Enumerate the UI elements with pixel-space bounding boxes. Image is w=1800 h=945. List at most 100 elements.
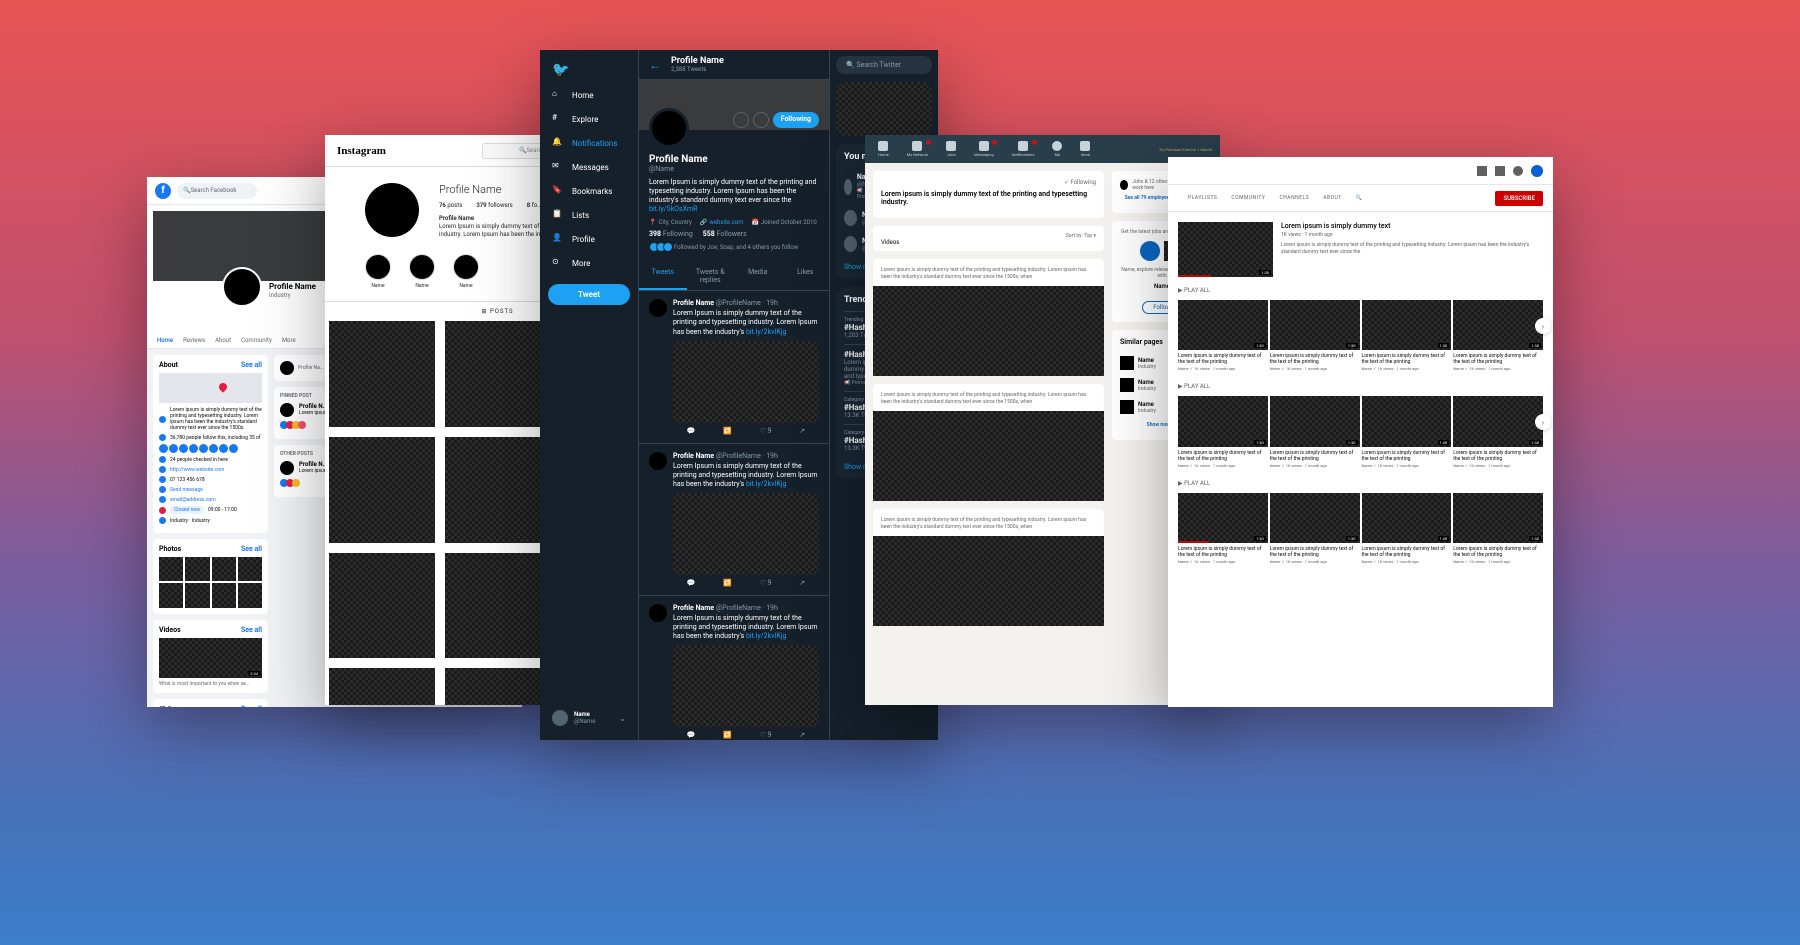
tweet-item[interactable]: Profile Name @ProfileName · 19h Lorem Ip… (639, 444, 829, 596)
tw-profile-handle: @Name (649, 165, 819, 173)
fb-email-link[interactable]: email@address.com (170, 497, 216, 503)
following-count[interactable]: 398 Following (649, 230, 693, 238)
tab-media[interactable]: Media (734, 262, 782, 290)
fb-profile-avatar[interactable] (222, 267, 262, 307)
nav-notifications[interactable]: 🔔Notifications (544, 132, 634, 154)
yt-upload-icon[interactable] (1495, 166, 1505, 176)
reply-icon[interactable]: 💬 (687, 427, 696, 435)
tweet-image[interactable] (673, 341, 819, 423)
followers-count[interactable]: 558 Followers (703, 230, 747, 238)
tweet-avatar[interactable] (649, 299, 667, 317)
map-pin-icon (217, 381, 228, 392)
play-all-button[interactable]: ▶ PLAY ALL (1178, 287, 1210, 294)
tweet-button[interactable]: Tweet (548, 284, 630, 305)
nav-profile[interactable]: 👤Profile (544, 228, 634, 250)
tw-side-image[interactable] (836, 82, 932, 136)
home-icon: ⌂ (552, 89, 564, 101)
li-nav-home[interactable]: Home (873, 141, 894, 157)
ig-story-highlight[interactable]: Name (365, 254, 391, 289)
tweet-item[interactable]: Profile Name @ProfileName · 19h Lorem Ip… (639, 291, 829, 443)
retweet-icon[interactable]: 🔁 (723, 427, 732, 435)
chevron-down-icon: ⌄ (619, 714, 626, 723)
tab-likes[interactable]: Likes (782, 262, 830, 290)
yt-featured-video[interactable]: 1:30 Lorem ipsum is simply dummy text 1K… (1178, 222, 1543, 277)
nav-explore[interactable]: #Explore (544, 108, 634, 130)
share-icon[interactable]: ↗ (799, 427, 805, 435)
tw-following-button[interactable]: Following (773, 112, 819, 128)
tw-followed-by[interactable]: Followed by Joe, Soap, and 4 others you … (649, 242, 819, 252)
tab-replies[interactable]: Tweets & replies (687, 262, 735, 290)
tweet-item[interactable]: Profile Name @ProfileName · 19h Lorem Ip… (639, 596, 829, 740)
tab-tweets[interactable]: Tweets (639, 262, 687, 290)
li-post[interactable]: Lorem ipsum is simply dummy text of the … (873, 259, 1104, 376)
nav-messages[interactable]: ✉Messages (544, 156, 634, 178)
search-icon[interactable]: 🔍 (1356, 189, 1363, 207)
fb-tab-reviews[interactable]: Reviews (183, 337, 205, 344)
user-avatar-icon (552, 710, 568, 726)
li-post-image[interactable] (873, 286, 1104, 376)
fb-videos-card: VideosSee all 2:34 What is most importan… (153, 620, 268, 693)
li-nav-messaging[interactable]: Messaging (969, 141, 999, 157)
fb-message-link[interactable]: Send message (170, 487, 203, 493)
yt-tab-about[interactable]: ABOUT (1323, 189, 1342, 207)
yt-avatar-icon[interactable] (1531, 165, 1543, 177)
website-link[interactable]: 🔗 website.com (700, 219, 744, 226)
bookmark-icon: 🔖 (552, 185, 564, 197)
tw-search-input[interactable]: 🔍 Search Twitter (836, 56, 932, 74)
ig-post-thumb[interactable] (329, 321, 435, 427)
fb-map[interactable] (159, 373, 262, 403)
like-icon[interactable]: ♡ 9 (760, 427, 772, 435)
fb-transparency-card: ⓘ Page transparencySee all Facebook is s… (153, 699, 268, 708)
li-post[interactable]: Lorem ipsum is simply dummy text of the … (873, 509, 1104, 626)
fb-search-input[interactable]: 🔍 Search Facebook (177, 183, 257, 199)
li-following-button[interactable]: ✓ Following (881, 179, 1096, 186)
fb-website-link[interactable]: http://www.website.com (170, 467, 224, 473)
nav-home[interactable]: ⌂Home (544, 84, 634, 106)
yt-apps-icon[interactable] (1477, 166, 1487, 176)
ig-profile-avatar[interactable] (365, 183, 419, 237)
more-icon: ⊙ (552, 257, 564, 269)
li-premium-link[interactable]: Try Premium Free for 1 Month (1159, 147, 1212, 152)
nav-lists[interactable]: 📋Lists (544, 204, 634, 226)
instagram-logo[interactable]: Instagram (337, 145, 386, 157)
nav-more[interactable]: ⊙More (544, 252, 634, 274)
tw-sidebar-nav: 🐦 ⌂Home #Explore 🔔Notifications ✉Message… (540, 50, 638, 740)
yt-tab-channels[interactable]: CHANNELS (1279, 189, 1309, 207)
li-sort-dropdown[interactable]: Sort by: Top ▾ (1066, 229, 1096, 243)
tw-more-button[interactable] (733, 112, 749, 128)
back-arrow-icon[interactable]: ← (649, 58, 661, 72)
twitter-logo-icon[interactable]: 🐦 (544, 58, 634, 82)
tw-main-column: ← Profile Name2,388 Tweets Following Pro… (638, 50, 830, 740)
li-nav-jobs[interactable]: Jobs (941, 141, 961, 157)
facebook-logo-icon[interactable]: f (155, 183, 171, 199)
yt-tab-community[interactable]: COMMUNITY (1231, 189, 1265, 207)
li-nav-notifications[interactable]: Notifications (1007, 141, 1040, 157)
yt-notifications-icon[interactable] (1513, 166, 1523, 176)
fb-video-thumb[interactable]: 2:34 (159, 638, 262, 678)
tw-profile-avatar[interactable] (649, 108, 689, 148)
li-nav-work[interactable]: Work (1075, 141, 1095, 157)
fb-tab-more[interactable]: More (282, 337, 296, 344)
li-nav-me[interactable]: Me (1047, 141, 1067, 157)
fb-profile-name: Profile Name (269, 282, 316, 291)
fb-see-all-link[interactable]: See all (241, 361, 262, 369)
tw-user-menu[interactable]: Name@Name ⌄ (544, 704, 634, 732)
fb-photo-thumb[interactable] (159, 557, 183, 581)
tw-profile-tabs: Tweets Tweets & replies Media Likes (639, 262, 829, 291)
fb-tab-community[interactable]: Community (241, 337, 272, 344)
fb-tab-home[interactable]: Home (157, 337, 173, 344)
yt-video-thumb[interactable]: 1:30Lorem ipsum is simply dummy text of … (1178, 300, 1268, 371)
tweet-link[interactable]: bit.ly/2kvIKjg (746, 328, 786, 336)
nav-bookmarks[interactable]: 🔖Bookmarks (544, 180, 634, 202)
li-post[interactable]: Lorem ipsum is simply dummy text of the … (873, 384, 1104, 501)
scroll-right-icon[interactable]: › (1535, 318, 1551, 334)
subscribe-button[interactable]: SUBSCRIBE (1495, 191, 1543, 206)
bell-icon: 🔔 (552, 137, 564, 149)
yt-tab-playlists[interactable]: PLAYLISTS (1188, 189, 1217, 207)
linkedin-mockup: Home My Network Jobs Messaging Notificat… (865, 135, 1220, 705)
li-nav-network[interactable]: My Network (902, 141, 933, 157)
tw-notify-button[interactable] (753, 112, 769, 128)
fb-tab-about[interactable]: About (215, 337, 231, 344)
fb-photos-card: PhotosSee all (153, 539, 268, 614)
tw-bio-link[interactable]: bit.ly/5kOsXmR (649, 205, 697, 213)
